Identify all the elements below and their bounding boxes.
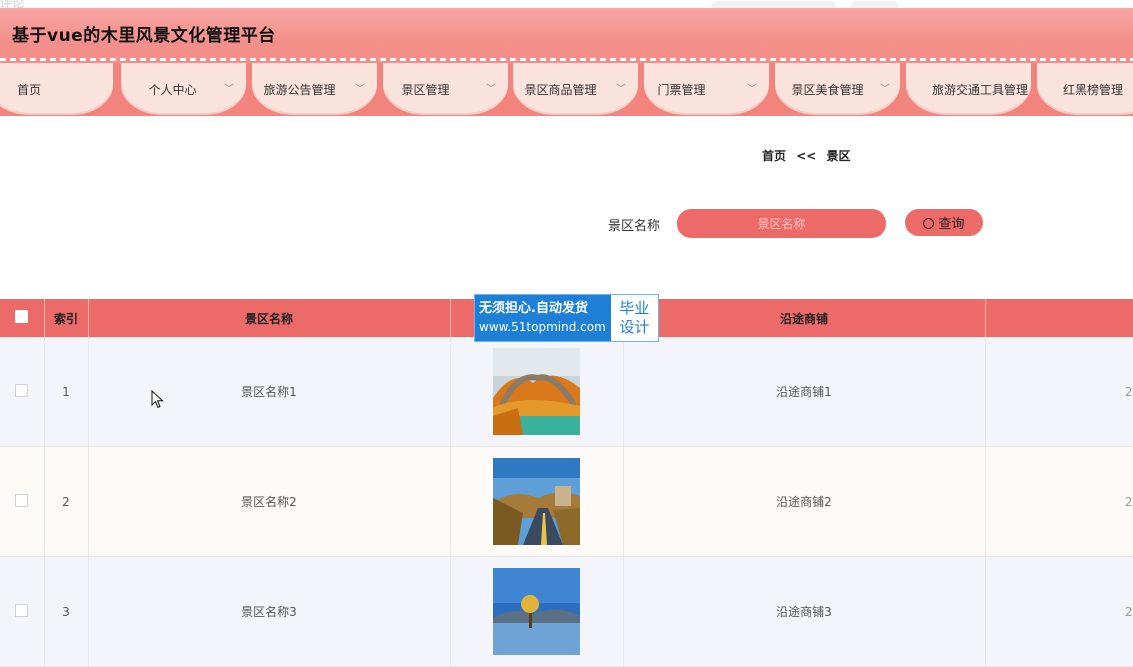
nav-item-food[interactable]: 景区美食管理 ﹀ bbox=[775, 63, 900, 115]
nav-item-label: 首页 bbox=[17, 83, 42, 97]
chevron-down-icon: ﹀ bbox=[880, 84, 890, 95]
nav-item-label: 旅游交通工具管理 bbox=[932, 83, 1029, 97]
search-label: 景区名称 bbox=[608, 219, 661, 234]
mouse-cursor-icon bbox=[151, 390, 164, 409]
row-image-cell bbox=[450, 446, 624, 557]
search-button[interactable]: 查询 bbox=[905, 209, 983, 236]
nav-item-label: 门票管理 bbox=[657, 83, 706, 97]
row-extra: 2 bbox=[985, 337, 1133, 447]
watermark-right: 毕业 设计 bbox=[610, 295, 658, 341]
nav-item-tickets[interactable]: 门票管理 ﹀ bbox=[644, 63, 769, 115]
col-shops: 沿途商铺 bbox=[623, 299, 986, 337]
nav-item-label: 个人中心 bbox=[148, 83, 197, 97]
chevron-down-icon: ﹀ bbox=[486, 84, 496, 95]
row-index: 2 bbox=[44, 446, 89, 557]
select-all-cell bbox=[0, 299, 45, 337]
row-extra: 2 bbox=[985, 446, 1133, 557]
select-all-checkbox[interactable] bbox=[15, 310, 29, 323]
search-input[interactable] bbox=[677, 209, 886, 238]
chevron-down-icon: ﹀ bbox=[616, 84, 626, 95]
chevron-down-icon: ﹀ bbox=[224, 84, 234, 95]
watermark-line1: 无须担心.自动发货 bbox=[479, 301, 588, 316]
nav-bar: 首页 个人中心 ﹀ 旅游公告管理 ﹀ 景区管理 ﹀ 景区商品管理 ﹀ 门票管理 … bbox=[0, 63, 1133, 116]
scenic-photo bbox=[493, 348, 580, 435]
watermark-url: www.51topmind.com bbox=[479, 320, 606, 334]
breadcrumb-separator: << bbox=[796, 149, 817, 163]
page-title: 基于vue的木里风景文化管理平台 bbox=[12, 26, 276, 46]
scenic-table: 索引 景区名称 沿途商铺 1 景区名称1 沿途商铺1 2 2 景区名称2 沿途商… bbox=[0, 299, 1133, 667]
search-icon bbox=[923, 218, 935, 229]
nav-item-announcement[interactable]: 旅游公告管理 ﹀ bbox=[252, 63, 377, 115]
nav-item-label: 景区美食管理 bbox=[791, 83, 864, 97]
row-shops: 沿途商铺3 bbox=[623, 556, 986, 667]
watermark-right-top: 毕业 bbox=[619, 299, 650, 317]
chevron-down-icon: ﹀ bbox=[355, 84, 365, 95]
nav-item-transport[interactable]: 旅游交通工具管理 bbox=[906, 63, 1031, 115]
col-extra bbox=[985, 299, 1133, 337]
table-row[interactable]: 1 景区名称1 沿途商铺1 2 bbox=[0, 337, 1133, 447]
nav-item-label: 红黑榜管理 bbox=[1063, 83, 1124, 97]
row-image-cell bbox=[450, 556, 624, 667]
row-index: 1 bbox=[44, 337, 89, 447]
row-checkbox[interactable] bbox=[15, 493, 29, 507]
row-checkbox[interactable] bbox=[15, 603, 29, 617]
nav-item-scenic[interactable]: 景区管理 ﹀ bbox=[383, 63, 508, 115]
title-bar: 基于vue的木里风景文化管理平台 bbox=[0, 8, 1133, 58]
row-image-cell bbox=[450, 337, 624, 447]
nav-item-label: 景区商品管理 bbox=[524, 83, 597, 97]
table-row[interactable]: 2 景区名称2 沿途商铺2 2 bbox=[0, 446, 1133, 557]
row-shops: 沿途商铺1 bbox=[623, 337, 986, 447]
breadcrumb: 首页 << 景区 bbox=[762, 147, 857, 164]
nav-item-goods[interactable]: 景区商品管理 ﹀ bbox=[513, 63, 638, 115]
row-scenic-name: 景区名称1 bbox=[88, 337, 451, 447]
scenic-photo bbox=[493, 568, 580, 655]
row-checkbox[interactable] bbox=[15, 383, 29, 397]
nav-item-label: 景区管理 bbox=[401, 83, 450, 97]
breadcrumb-current: 景区 bbox=[826, 149, 851, 163]
nav-item-label: 旅游公告管理 bbox=[263, 83, 336, 97]
table-row[interactable]: 3 景区名称3 沿途商铺3 2 bbox=[0, 556, 1133, 667]
search-button-label: 查询 bbox=[938, 217, 965, 232]
scenic-photo bbox=[493, 458, 580, 545]
col-index: 索引 bbox=[44, 299, 89, 337]
breadcrumb-home[interactable]: 首页 bbox=[762, 149, 786, 163]
row-shops: 沿途商铺2 bbox=[623, 446, 986, 557]
nav-item-ranking[interactable]: 红黑榜管理 bbox=[1037, 63, 1133, 115]
nav-item-personal-center[interactable]: 个人中心 ﹀ bbox=[121, 63, 246, 115]
col-scenic-name: 景区名称 bbox=[88, 299, 451, 337]
watermark-right-bottom: 设计 bbox=[619, 318, 650, 336]
row-scenic-name: 景区名称3 bbox=[88, 556, 451, 667]
nav-item-home[interactable]: 首页 bbox=[0, 63, 113, 115]
watermark-banner: 无须担心.自动发货 www.51topmind.com 毕业 设计 bbox=[474, 294, 659, 342]
chevron-down-icon: ﹀ bbox=[747, 84, 757, 95]
row-extra: 2 bbox=[985, 556, 1133, 667]
row-scenic-name: 景区名称2 bbox=[88, 446, 451, 557]
row-index: 3 bbox=[44, 556, 89, 667]
watermark-left: 无须担心.自动发货 www.51topmind.com bbox=[475, 295, 611, 341]
